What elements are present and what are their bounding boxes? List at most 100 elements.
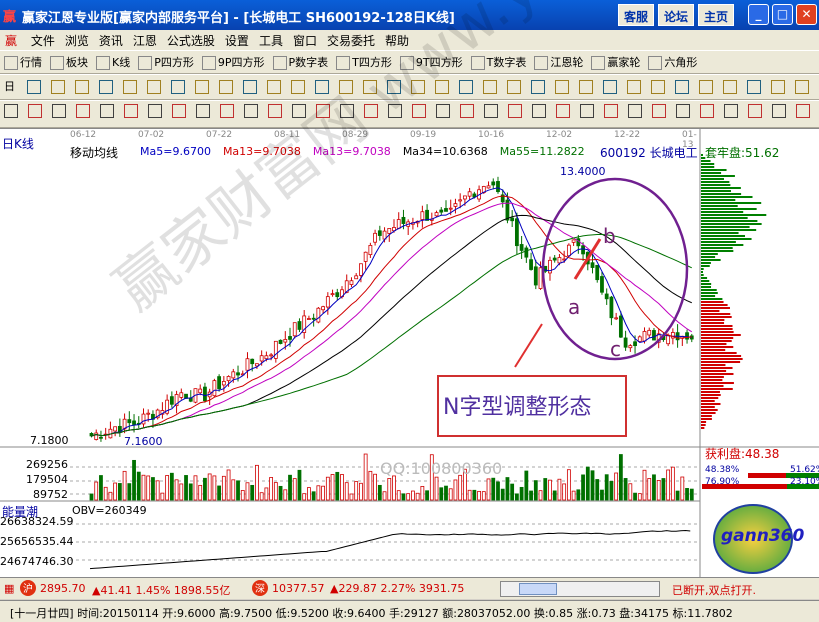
volume-bar: [647, 478, 652, 501]
menu-info[interactable]: 资讯: [94, 30, 128, 51]
tool-icon[interactable]: [167, 77, 191, 97]
tool-icon[interactable]: [119, 77, 143, 97]
tool-icon[interactable]: [215, 77, 239, 97]
volume-bar: [637, 493, 642, 501]
tool-icon[interactable]: [599, 77, 623, 97]
draw-tool-icon[interactable]: [432, 101, 456, 121]
draw-tool-icon[interactable]: [600, 101, 624, 121]
draw-tool-icon[interactable]: [504, 101, 528, 121]
tool-icon[interactable]: [575, 77, 599, 97]
draw-tool-icon[interactable]: [240, 101, 264, 121]
forum-button[interactable]: 论坛: [658, 4, 695, 26]
menu-browse[interactable]: 浏览: [60, 30, 94, 51]
toolbar-item[interactable]: P数字表: [269, 51, 333, 73]
toolbar-item[interactable]: 六角形: [644, 51, 701, 73]
maximize-icon[interactable]: □: [772, 4, 793, 25]
candle: [236, 372, 240, 376]
toolbar-item[interactable]: K线: [92, 51, 134, 73]
tool-icon[interactable]: [23, 77, 47, 97]
tool-icon[interactable]: [239, 77, 263, 97]
tool-icon[interactable]: [743, 77, 767, 97]
toolbar-item[interactable]: P四方形: [134, 51, 198, 73]
draw-tool-icon[interactable]: [0, 101, 24, 121]
draw-tool-icon[interactable]: [648, 101, 672, 121]
tool-icon[interactable]: [671, 77, 695, 97]
scrollbar-thumb[interactable]: [519, 583, 557, 595]
tool-icon[interactable]: [479, 77, 503, 97]
draw-tool-icon[interactable]: [120, 101, 144, 121]
draw-tool-icon[interactable]: [576, 101, 600, 121]
minimize-icon[interactable]: _: [748, 4, 769, 25]
draw-tool-icon[interactable]: [216, 101, 240, 121]
volume-bar: [151, 477, 155, 501]
draw-tool-icon[interactable]: [744, 101, 768, 121]
tool-icon[interactable]: [551, 77, 575, 97]
tool-icon[interactable]: [695, 77, 719, 97]
menu-gann[interactable]: 江恩: [128, 30, 162, 51]
draw-tool-icon[interactable]: [768, 101, 792, 121]
chip-bar: [701, 271, 703, 273]
tool-icon[interactable]: [815, 77, 819, 97]
draw-tool-icon[interactable]: [144, 101, 168, 121]
draw-tool-icon[interactable]: [192, 101, 216, 121]
tool-icon[interactable]: [263, 77, 287, 97]
tool-icon[interactable]: [767, 77, 791, 97]
tool-icon[interactable]: [47, 77, 71, 97]
tool-icon[interactable]: [71, 77, 95, 97]
date-tick: 06-12: [70, 130, 97, 140]
draw-tool-icon[interactable]: [24, 101, 48, 121]
draw-tool-icon[interactable]: [480, 101, 504, 121]
volume-bar: [255, 464, 259, 501]
toolbar-label: K线: [112, 56, 131, 69]
draw-tool-icon[interactable]: [720, 101, 744, 121]
draw-tool-icon[interactable]: [456, 101, 480, 121]
menu-window[interactable]: 窗口: [288, 30, 322, 51]
tool-icon[interactable]: [791, 77, 815, 97]
tool-icon[interactable]: [143, 77, 167, 97]
period-select[interactable]: 日: [0, 75, 19, 97]
draw-tool-icon[interactable]: [72, 101, 96, 121]
connection-status[interactable]: 已断开,双点打开.: [672, 582, 756, 598]
toolbar-item[interactable]: 江恩轮: [530, 51, 587, 73]
tool-icon[interactable]: [623, 77, 647, 97]
draw-tool-icon[interactable]: [96, 101, 120, 121]
chip-bar: [701, 208, 757, 210]
home-button[interactable]: 主页: [698, 4, 735, 26]
toolbar-label: 赢家轮: [607, 56, 641, 69]
close-icon[interactable]: ✕: [796, 4, 817, 25]
volume-bar: [581, 474, 585, 501]
chip-bar: [701, 232, 739, 234]
chart-area[interactable]: 日K线 06-12 07-02 07-22 08-11 08-29 09-19 10-16 1…: [0, 0, 819, 588]
draw-tool-icon[interactable]: [624, 101, 648, 121]
tool-icon[interactable]: [647, 77, 671, 97]
candle: [335, 292, 340, 298]
tool-icon[interactable]: [191, 77, 215, 97]
menu-formula[interactable]: 公式选股: [162, 30, 220, 51]
tool-icon[interactable]: [95, 77, 119, 97]
draw-tool-icon[interactable]: [552, 101, 576, 121]
draw-tool-icon[interactable]: [672, 101, 696, 121]
chip-bar: [701, 337, 734, 339]
toolbar-item[interactable]: 板块: [46, 51, 92, 73]
toolbar-item[interactable]: 行情: [0, 51, 46, 73]
tool-icon[interactable]: [719, 77, 743, 97]
customer-service-button[interactable]: 客服: [618, 4, 655, 26]
volume-bar: [415, 492, 420, 501]
draw-tool-icon[interactable]: [792, 101, 816, 121]
tool-icon[interactable]: [527, 77, 551, 97]
draw-tool-icon[interactable]: [48, 101, 72, 121]
menu-file[interactable]: 文件: [26, 30, 60, 51]
menu-settings[interactable]: 设置: [220, 30, 254, 51]
draw-tool-icon[interactable]: [168, 101, 192, 121]
candle: [434, 212, 439, 217]
chip-bar: [701, 310, 720, 312]
volume-bar: [571, 490, 576, 501]
draw-tool-icon[interactable]: [528, 101, 552, 121]
draw-tool-icon[interactable]: [696, 101, 720, 121]
toolbar-item[interactable]: 赢家轮: [587, 51, 644, 73]
menu-tools[interactable]: 工具: [254, 30, 288, 51]
scrollbar[interactable]: [500, 581, 660, 597]
calendar-icon[interactable]: ▦: [4, 582, 14, 595]
toolbar-item[interactable]: 9P四方形: [198, 51, 269, 73]
tool-icon[interactable]: [503, 77, 527, 97]
